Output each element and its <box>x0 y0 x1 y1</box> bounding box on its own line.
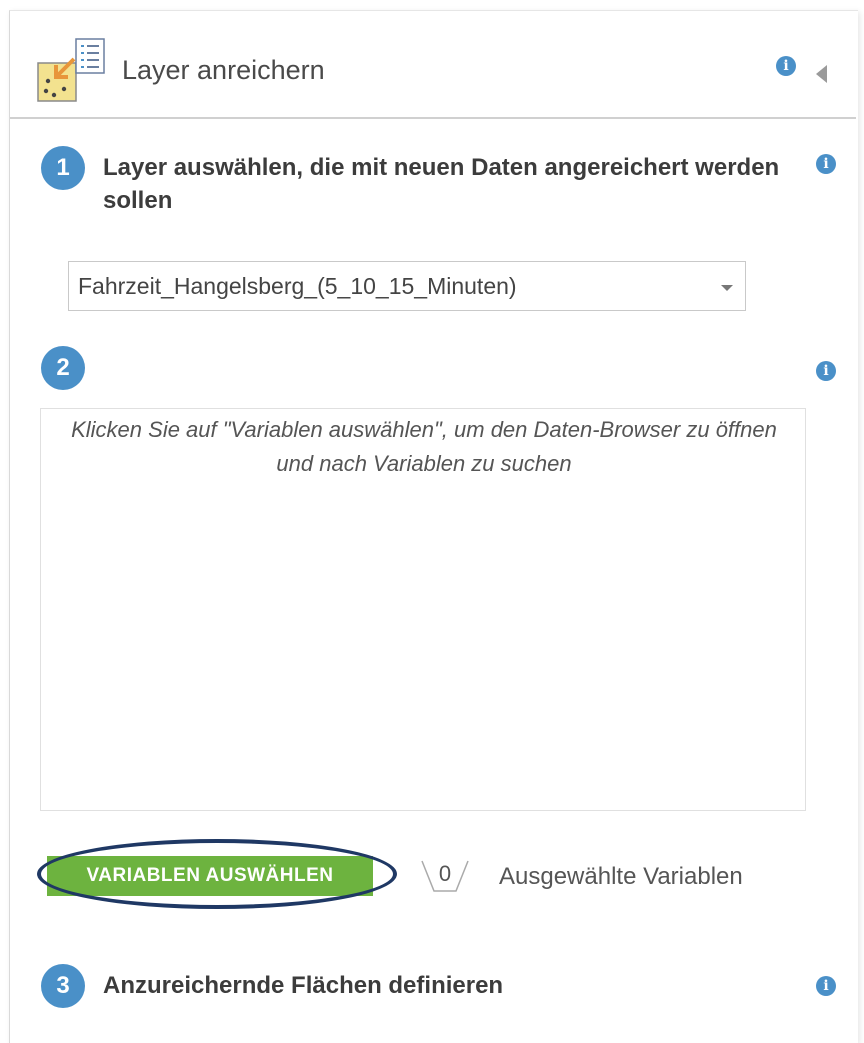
selected-variables-list: Klicken Sie auf "Variablen auswählen", u… <box>40 408 806 811</box>
step-2-badge: 2 <box>41 346 85 390</box>
step-3-info-icon[interactable]: i <box>816 976 836 996</box>
variable-count-badge <box>421 860 469 892</box>
step-1-label: Layer auswählen, die mit neuen Daten ang… <box>103 154 780 214</box>
layer-select-value: Fahrzeit_Hangelsberg_(5_10_15_Minuten) <box>78 273 517 299</box>
enrich-layer-icon <box>37 38 105 102</box>
enrich-layer-panel: Layer anreichern i 1 Layer auswählen, di… <box>9 10 858 1043</box>
select-variables-button[interactable]: VARIABLEN AUSWÄHLEN <box>47 856 373 896</box>
step-1-info-icon[interactable]: i <box>816 154 836 174</box>
step-1-badge: 1 <box>41 146 85 190</box>
variables-hint: Klicken Sie auf "Variablen auswählen", u… <box>71 417 777 476</box>
layer-select[interactable]: Fahrzeit_Hangelsberg_(5_10_15_Minuten) <box>68 261 746 311</box>
collapse-panel-icon[interactable] <box>816 65 827 83</box>
chevron-down-icon <box>721 285 733 291</box>
step-3-badge: 3 <box>41 964 85 1008</box>
variable-count-label: Ausgewählte Variablen <box>499 863 743 890</box>
panel-title: Layer anreichern <box>122 55 325 85</box>
step-2-info-icon[interactable]: i <box>816 361 836 381</box>
panel-header: Layer anreichern i <box>10 11 856 119</box>
info-icon[interactable]: i <box>776 56 796 76</box>
step-3-label: Anzureichernde Flächen definieren <box>103 972 504 999</box>
